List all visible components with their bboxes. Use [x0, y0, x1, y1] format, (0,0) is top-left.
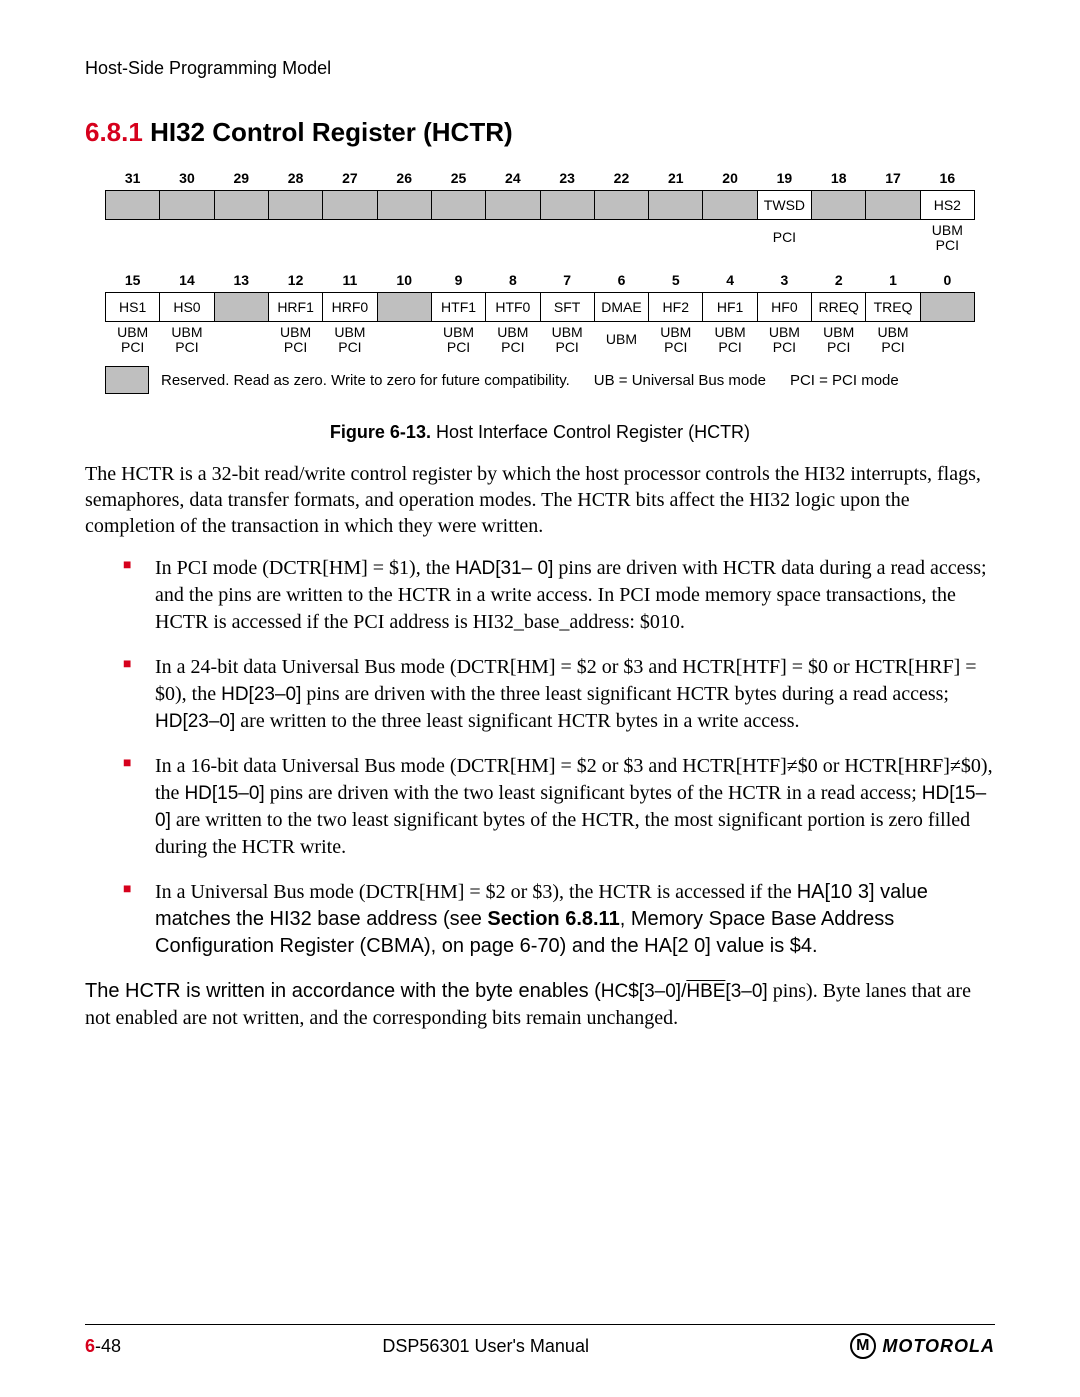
legend: Reserved. Read as zero. Write to zero fo… [105, 366, 975, 394]
section-number: 6.8.1 [85, 117, 143, 147]
footer-rule [85, 1324, 995, 1325]
figure-caption-text: Host Interface Control Register (HCTR) [436, 422, 750, 442]
figure-label: Figure 6-13. [330, 422, 431, 442]
motorola-icon: M [850, 1333, 876, 1359]
bullet-list: In PCI mode (DCTR[HM] = $1), the HAD[31–… [85, 555, 995, 960]
mode-row-high: PCI UBM PCI [106, 220, 975, 257]
section-heading: 6.8.1 HI32 Control Register (HCTR) [85, 117, 995, 148]
legend-reserved: Reserved. Read as zero. Write to zero fo… [161, 372, 570, 389]
list-item: In a 24-bit data Universal Bus mode (DCT… [155, 654, 995, 735]
brand-text: MOTOROLA [882, 1336, 995, 1357]
list-item: In PCI mode (DCTR[HM] = $1), the HAD[31–… [155, 555, 995, 636]
brand-logo: M MOTOROLA [850, 1333, 995, 1359]
running-header: Host-Side Programming Model [85, 58, 995, 79]
legend-ub: UB = Universal Bus mode [594, 372, 766, 389]
legend-pci: PCI = PCI mode [790, 372, 899, 389]
mode-row-low: UBM PCI UBM PCI UBM PCI UBM PCI UBM PCI … [106, 322, 975, 359]
section-title-text: HI32 Control Register (HCTR) [150, 117, 513, 147]
page-number: 6-48 [85, 1336, 121, 1357]
intro-paragraph: The HCTR is a 32-bit read/write control … [85, 461, 995, 539]
list-item: In a Universal Bus mode (DCTR[HM] = $2 o… [155, 879, 995, 960]
field-row-low: HS1 HS0 HRF1 HRF0 HTF1 HTF0 SFT DMAE HF2… [106, 293, 975, 322]
field-row-high: TWSD HS2 [106, 191, 975, 220]
list-item: In a 16-bit data Universal Bus mode (DCT… [155, 753, 995, 861]
bit-number-row-low: 15141312 111098 7654 3210 [106, 268, 975, 293]
reserved-swatch [105, 366, 149, 394]
bit-number-row-high: 31302928 27262524 23222120 19181716 [106, 166, 975, 191]
outro-paragraph: The HCTR is written in accordance with t… [85, 978, 995, 1031]
register-diagram: 31302928 27262524 23222120 19181716 TWSD… [105, 166, 975, 358]
page-footer: 6-48 DSP56301 User's Manual M MOTOROLA [85, 1333, 995, 1359]
footer-center: DSP56301 User's Manual [382, 1336, 589, 1357]
figure-caption: Figure 6-13. Host Interface Control Regi… [85, 422, 995, 443]
